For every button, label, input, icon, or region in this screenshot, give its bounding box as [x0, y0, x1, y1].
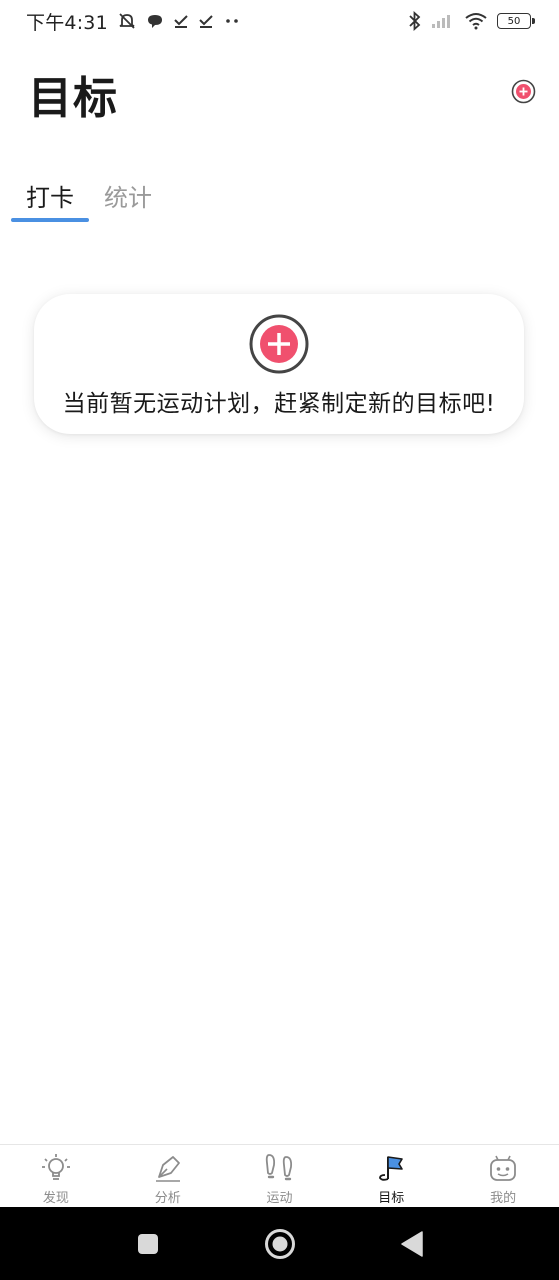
status-right: 50 — [408, 11, 535, 31]
status-bar: 下午4:31 50 — [0, 0, 559, 42]
signal-icon — [431, 13, 455, 29]
add-circle-icon — [249, 314, 309, 374]
check-icon — [173, 13, 189, 29]
nav-label-exercise: 运动 — [266, 1191, 293, 1206]
tab-checkin[interactable]: 打卡 — [11, 170, 89, 222]
bottom-nav: 发现 分析 运动 目标 我的 — [0, 1144, 559, 1207]
nav-item-analysis[interactable]: 分析 — [112, 1145, 224, 1207]
empty-state-card[interactable]: 当前暂无运动计划，赶紧制定新的目标吧! — [34, 294, 524, 434]
robot-face-icon — [486, 1151, 520, 1185]
check-icon — [198, 13, 214, 29]
nav-item-discover[interactable]: 发现 — [0, 1145, 112, 1207]
footprints-icon — [262, 1151, 296, 1185]
back-button[interactable] — [392, 1224, 432, 1264]
battery-level: 50 — [507, 15, 521, 27]
lightbulb-icon — [39, 1151, 73, 1185]
header-add-button[interactable] — [511, 79, 536, 104]
bluetooth-icon — [408, 11, 422, 31]
system-nav-bar — [0, 1207, 559, 1280]
add-circle-icon — [511, 79, 536, 104]
tab-statistics[interactable]: 统计 — [89, 170, 167, 220]
nav-label-discover: 发现 — [42, 1191, 69, 1206]
recents-square-icon — [137, 1233, 158, 1254]
recents-button[interactable] — [128, 1224, 168, 1264]
nav-label-mine: 我的 — [490, 1191, 517, 1206]
home-circle-icon — [264, 1228, 295, 1259]
empty-state-message: 当前暂无运动计划，赶紧制定新的目标吧! — [62, 391, 496, 417]
status-left: 下午4:31 — [26, 8, 241, 35]
chat-bubble-icon — [146, 12, 164, 30]
nav-label-analysis: 分析 — [154, 1191, 181, 1206]
tab-checkin-label: 打卡 — [26, 183, 74, 212]
back-triangle-icon — [400, 1230, 423, 1257]
pen-nib-icon — [151, 1151, 185, 1185]
battery-icon: 50 — [497, 13, 535, 29]
flag-icon — [374, 1151, 408, 1185]
mute-bell-icon — [117, 11, 137, 31]
tab-statistics-label: 统计 — [104, 183, 152, 212]
goal-screen: 下午4:31 50 目标 打卡 统计 当前暂无运动计划，赶紧制定新的目标吧! 发… — [0, 0, 559, 1280]
tab-bar: 打卡 统计 — [11, 170, 167, 222]
nav-item-exercise[interactable]: 运动 — [224, 1145, 336, 1207]
wifi-icon — [464, 12, 488, 30]
nav-item-goals[interactable]: 目标 — [335, 1145, 447, 1207]
nav-label-goals: 目标 — [378, 1191, 405, 1206]
status-time: 下午4:31 — [26, 11, 108, 34]
nav-item-mine[interactable]: 我的 — [447, 1145, 559, 1207]
more-dots-icon — [223, 17, 241, 25]
home-button[interactable] — [260, 1224, 300, 1264]
page-title: 目标 — [28, 73, 118, 124]
